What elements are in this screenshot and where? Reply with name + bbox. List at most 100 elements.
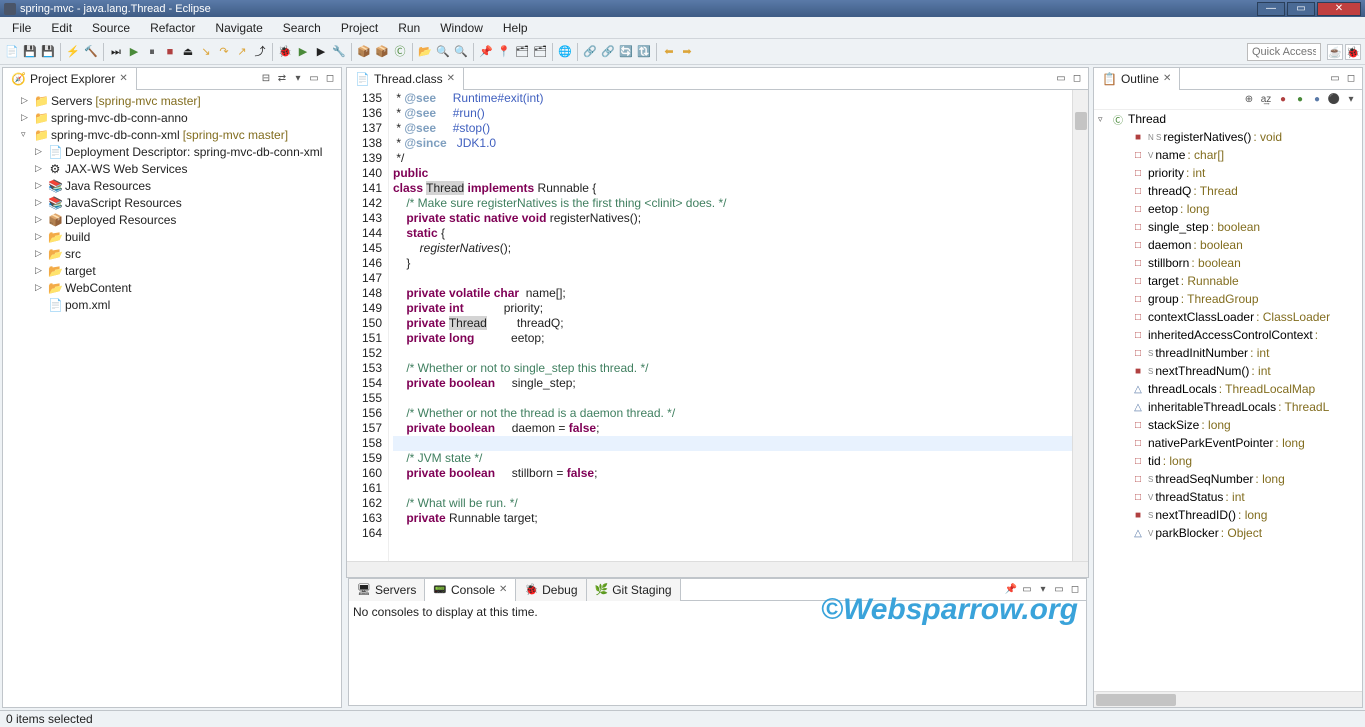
link1-icon[interactable]: 🔗 (582, 44, 598, 60)
code-line[interactable]: * @see #run() (393, 106, 1072, 121)
open-console-icon[interactable]: ▾ (1036, 583, 1050, 597)
outline-item[interactable]: □nativeParkEventPointer : long (1094, 434, 1362, 452)
new-class-icon[interactable]: Ⓒ (392, 44, 408, 60)
code-line[interactable]: private int priority; (393, 301, 1072, 316)
run-last-icon[interactable]: ▶ (313, 44, 329, 60)
project-tree[interactable]: ▷📁Servers [spring-mvc master]▷📁spring-mv… (3, 90, 341, 707)
menu-navigate[interactable]: Navigate (205, 18, 272, 38)
code-line[interactable]: private volatile char name[]; (393, 286, 1072, 301)
outline-item[interactable]: □single_step : boolean (1094, 218, 1362, 236)
outline-tree[interactable]: ▿ⒸThread■N SregisterNatives() : void□Vna… (1094, 110, 1362, 691)
project-explorer-tab[interactable]: 🧭 Project Explorer ✕ (3, 68, 137, 90)
annotation-icon[interactable]: 📌 (478, 44, 494, 60)
expand-icon[interactable]: ▷ (35, 197, 45, 208)
outline-item[interactable]: ■SnextThreadNum() : int (1094, 362, 1362, 380)
outline-item[interactable]: △VparkBlocker : Object (1094, 524, 1362, 542)
disconnect-icon[interactable]: ⏏ (180, 44, 196, 60)
code-line[interactable]: static { (393, 226, 1072, 241)
expand-icon[interactable]: ▿ (21, 129, 31, 140)
pin-icon[interactable]: 📍 (496, 44, 512, 60)
minimize-button[interactable]: — (1257, 2, 1285, 16)
tree-item[interactable]: ▷📂target (3, 262, 341, 279)
outline-tab[interactable]: 📋 Outline ✕ (1094, 68, 1180, 90)
tree-item[interactable]: ▷📂build (3, 228, 341, 245)
browser-icon[interactable]: 🌐 (557, 44, 573, 60)
outline-item[interactable]: □eetop : long (1094, 200, 1362, 218)
search-icon[interactable]: 🔍 (453, 44, 469, 60)
code-line[interactable] (393, 391, 1072, 406)
outline-item[interactable]: □SthreadSeqNumber : long (1094, 470, 1362, 488)
maximize-view-icon[interactable]: ◻ (323, 72, 337, 86)
outline-item[interactable]: □stillborn : boolean (1094, 254, 1362, 272)
code-line[interactable]: private Thread threadQ; (393, 316, 1072, 331)
expand-icon[interactable]: ▷ (21, 95, 31, 106)
step-return-icon[interactable]: ↗ (234, 44, 250, 60)
display-console-icon[interactable]: ▭ (1020, 583, 1034, 597)
minimize-view-icon[interactable]: ▭ (307, 72, 321, 86)
tree-item[interactable]: ▷📦Deployed Resources (3, 211, 341, 228)
code-line[interactable]: /* What will be run. */ (393, 496, 1072, 511)
open-type-icon[interactable]: 📂 (417, 44, 433, 60)
sort-icon[interactable]: a͢z (1259, 93, 1273, 107)
maximize-console-icon[interactable]: ◻ (1068, 583, 1082, 597)
code-line[interactable] (393, 526, 1072, 541)
tree-item[interactable]: ▷📁spring-mvc-db-conn-anno (3, 109, 341, 126)
run-icon[interactable]: ▶ (295, 44, 311, 60)
expand-icon[interactable]: ▷ (35, 214, 45, 225)
outline-item[interactable]: □priority : int (1094, 164, 1362, 182)
expand-icon[interactable]: ▷ (21, 112, 31, 123)
code-line[interactable]: /* JVM state */ (393, 451, 1072, 466)
external-tools-icon[interactable]: 🔧 (331, 44, 347, 60)
link2-icon[interactable]: 🔗 (600, 44, 616, 60)
outline-item[interactable]: □tid : long (1094, 452, 1362, 470)
maximize-editor-icon[interactable]: ◻ (1070, 72, 1084, 86)
new-icon[interactable]: 📄 (4, 44, 20, 60)
close-icon[interactable]: ✕ (119, 73, 127, 84)
maximize-button[interactable]: ▭ (1287, 2, 1315, 16)
save-all-icon[interactable]: 💾 (40, 44, 56, 60)
new-project-icon[interactable]: 📦 (356, 44, 372, 60)
tree-item[interactable]: ▷⚙JAX-WS Web Services (3, 160, 341, 177)
outline-item[interactable]: □target : Runnable (1094, 272, 1362, 290)
quick-access-input[interactable] (1247, 43, 1321, 61)
terminate-icon[interactable]: ■ (162, 44, 178, 60)
suspend-icon[interactable]: ⏸ (144, 44, 160, 60)
toggle-mark-icon[interactable]: ⚡ (65, 44, 81, 60)
code-line[interactable]: } (393, 256, 1072, 271)
hide-nonpublic-icon[interactable]: ● (1310, 93, 1324, 107)
menu-refactor[interactable]: Refactor (140, 18, 205, 38)
code-line[interactable] (393, 481, 1072, 496)
console-tab-debug[interactable]: 🐞Debug (516, 579, 586, 601)
expand-icon[interactable]: ▷ (35, 231, 45, 242)
menu-window[interactable]: Window (430, 18, 493, 38)
line-gutter[interactable]: 1351361371381391401411421431441451461471… (347, 90, 389, 561)
menu-edit[interactable]: Edit (41, 18, 82, 38)
close-icon[interactable]: ✕ (499, 584, 507, 595)
menu-file[interactable]: File (2, 18, 41, 38)
view-menu-icon[interactable]: ▾ (291, 72, 305, 86)
minimize-outline-icon[interactable]: ▭ (1328, 72, 1342, 86)
build-icon[interactable]: 🔨 (83, 44, 99, 60)
focus-icon[interactable]: ⊕ (1242, 93, 1256, 107)
horizontal-scrollbar[interactable] (347, 561, 1088, 577)
nav-fwd-icon[interactable]: 🗂 (532, 44, 548, 60)
code-line[interactable] (393, 436, 1072, 451)
resume-icon[interactable]: ▶ (126, 44, 142, 60)
debug-perspective-icon[interactable]: 🐞 (1345, 44, 1361, 60)
code-line[interactable]: private Runnable target; (393, 511, 1072, 526)
code-line[interactable]: private boolean stillborn = false; (393, 466, 1072, 481)
expand-icon[interactable]: ▷ (35, 146, 45, 157)
code-line[interactable]: private long eetop; (393, 331, 1072, 346)
tree-item[interactable]: ▷📂src (3, 245, 341, 262)
back-icon[interactable]: ⬅ (661, 44, 677, 60)
minimize-editor-icon[interactable]: ▭ (1054, 72, 1068, 86)
vertical-scrollbar[interactable] (1072, 90, 1088, 561)
hide-local-icon[interactable]: ⚫ (1327, 93, 1341, 107)
code-line[interactable]: private boolean daemon = false; (393, 421, 1072, 436)
java-perspective-icon[interactable]: ☕ (1327, 44, 1343, 60)
outline-item[interactable]: □contextClassLoader : ClassLoader (1094, 308, 1362, 326)
hide-fields-icon[interactable]: ● (1276, 93, 1290, 107)
menu-project[interactable]: Project (331, 18, 388, 38)
code-line[interactable]: /* Whether or not to single_step this th… (393, 361, 1072, 376)
code-line[interactable]: private static native void registerNativ… (393, 211, 1072, 226)
